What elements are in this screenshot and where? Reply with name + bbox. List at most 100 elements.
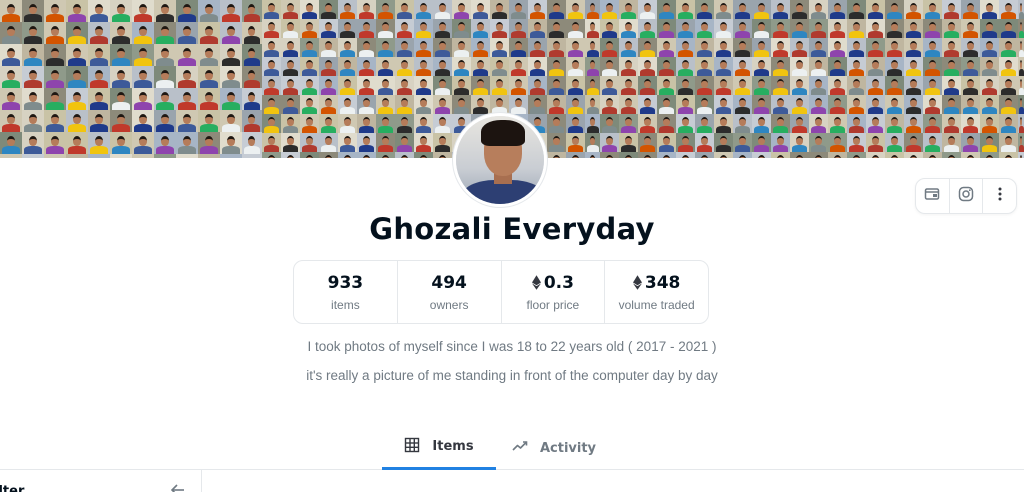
banner-photo-tile <box>132 0 154 23</box>
banner-photo-tile <box>414 19 433 39</box>
banner-photo-tile <box>980 57 999 77</box>
banner-photo-tile <box>0 66 22 89</box>
banner-photo-tile <box>44 22 66 45</box>
banner-photo-tile <box>242 22 262 45</box>
website-button[interactable] <box>916 179 950 213</box>
banner-photo-tile <box>242 44 262 67</box>
banner-photo-tile <box>242 154 262 158</box>
banner-photo-tile <box>923 38 942 58</box>
instagram-button[interactable] <box>950 179 984 213</box>
stat-owners[interactable]: 494 owners <box>398 261 502 323</box>
banner-photo-tile <box>638 19 657 39</box>
banner-photo-tile <box>357 0 376 20</box>
stat-value: 0.3 <box>543 272 574 293</box>
banner-photo-tile <box>980 0 999 20</box>
banner-photo-tile <box>600 95 619 115</box>
banner-photo-tile <box>132 110 154 133</box>
banner-photo-tile <box>357 152 376 158</box>
banner-photo-tile <box>904 76 923 96</box>
banner-photo-tile <box>619 19 638 39</box>
banner-photo-tile <box>585 95 600 115</box>
ethereum-icon <box>632 275 642 290</box>
banner-photo-tile <box>198 0 220 23</box>
banner-photo-tile <box>657 38 676 58</box>
grid-icon <box>404 437 420 457</box>
banner-photo-tile <box>771 76 790 96</box>
banner-photo-tile <box>44 110 66 133</box>
banner-photo-tile <box>220 132 242 155</box>
banner-photo-tile <box>414 57 433 77</box>
banner-photo-tile <box>828 76 847 96</box>
banner-photo-tile <box>1018 95 1024 115</box>
banner-photo-tile <box>999 38 1018 58</box>
banner-photo-tile <box>281 133 300 153</box>
stat-floor-price[interactable]: 0.3 floor price <box>502 261 606 323</box>
banner-photo-tile <box>0 44 22 67</box>
banner-photo-tile <box>885 38 904 58</box>
banner-photo-tile <box>414 95 433 115</box>
banner-photo-tile <box>961 0 980 20</box>
banner-photo-tile <box>509 0 528 20</box>
banner-photo-tile <box>319 57 338 77</box>
banner-photo-tile <box>885 57 904 77</box>
tab-activity[interactable]: Activity <box>506 426 602 470</box>
banner-photo-tile <box>790 0 809 20</box>
banner-photo-tile <box>1018 152 1024 158</box>
banner-photo-tile <box>262 0 281 20</box>
banner-photo-tile <box>866 0 885 20</box>
banner-photo-tile <box>847 19 866 39</box>
banner-photo-tile <box>433 152 452 158</box>
banner-photo-tile <box>281 19 300 39</box>
filter-sidebar: ilter <box>0 470 202 492</box>
banner-photo-tile <box>319 95 338 115</box>
banner-photo-tile <box>452 95 471 115</box>
banner-photo-tile <box>866 57 885 77</box>
stat-label: items <box>331 297 360 312</box>
banner-photo-tile <box>1018 19 1024 39</box>
banner-photo-tile <box>490 19 509 39</box>
banner-photo-tile <box>733 57 752 77</box>
banner-photo-tile <box>452 19 471 39</box>
banner-photo-tile <box>828 152 847 158</box>
banner-photo-tile <box>585 0 600 20</box>
banner-photo-tile <box>528 76 547 96</box>
banner-photo-tile <box>733 114 752 134</box>
stat-volume-traded[interactable]: 348 volume traded <box>605 261 708 323</box>
banner-photo-tile <box>809 19 828 39</box>
banner-photo-tile <box>695 95 714 115</box>
banner-photo-tile <box>619 0 638 20</box>
banner-photo-tile <box>566 38 585 58</box>
banner-photo-tile <box>980 38 999 58</box>
banner-photo-tile <box>338 76 357 96</box>
banner-photo-tile <box>676 133 695 153</box>
banner-photo-tile <box>790 38 809 58</box>
collection-title: Ghozali Everyday <box>369 212 655 246</box>
banner-photo-tile <box>733 76 752 96</box>
banner-photo-tile <box>376 152 395 158</box>
more-options-button[interactable] <box>983 179 1016 213</box>
banner-photo-tile <box>44 66 66 89</box>
banner-photo-tile <box>319 114 338 134</box>
banner-photo-tile <box>300 133 319 153</box>
banner-photo-tile <box>176 132 198 155</box>
banner-photo-tile <box>980 95 999 115</box>
banner-photo-tile <box>176 88 198 111</box>
banner-photo-tile <box>262 38 281 58</box>
banner-photo-tile <box>752 19 771 39</box>
banner-photo-tile <box>809 76 828 96</box>
banner-photo-tile <box>638 152 657 158</box>
banner-photo-tile <box>66 0 88 23</box>
banner-photo-tile <box>566 57 585 77</box>
banner-photo-tile <box>999 76 1018 96</box>
banner-photo-tile <box>828 19 847 39</box>
arrow-left-icon[interactable] <box>170 482 186 492</box>
stat-items[interactable]: 933 items <box>294 261 398 323</box>
banner-photo-tile <box>433 38 452 58</box>
banner-photo-tile <box>657 76 676 96</box>
tab-items[interactable]: Items <box>382 426 496 470</box>
stat-value: 348 <box>644 272 681 293</box>
banner-photo-tile <box>452 76 471 96</box>
banner-photo-tile <box>0 154 22 158</box>
banner-photo-tile <box>220 44 242 67</box>
banner-photo-tile <box>961 95 980 115</box>
